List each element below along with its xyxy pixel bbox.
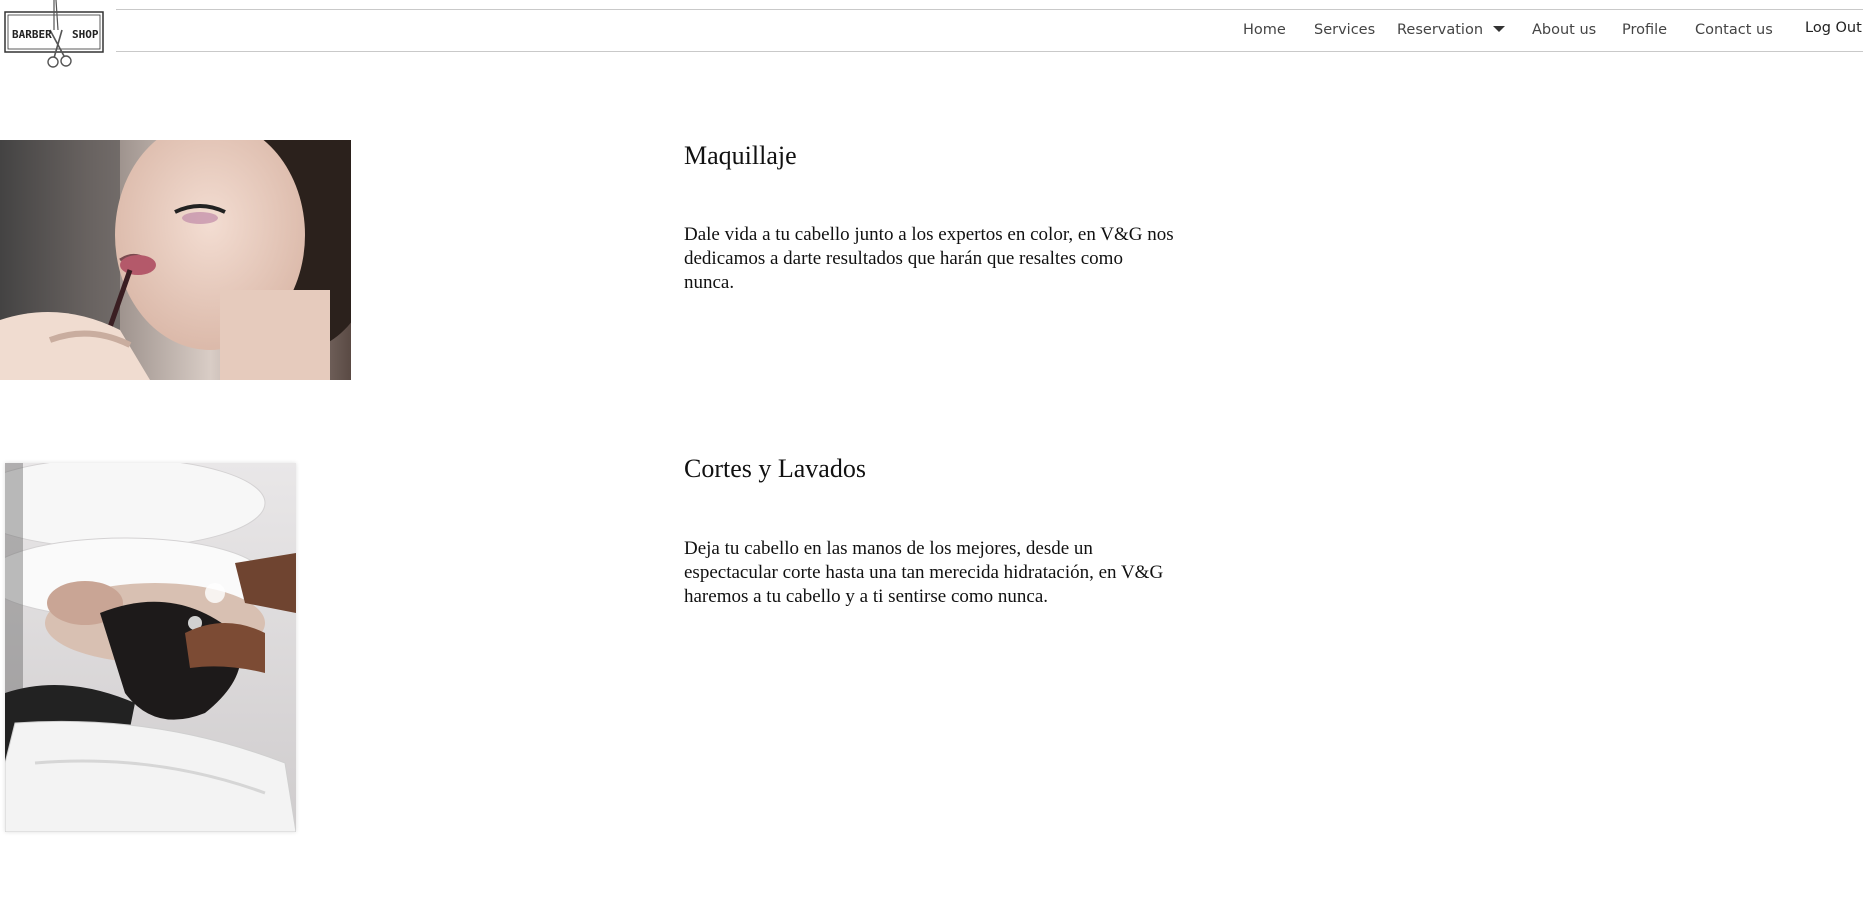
- hair-wash-photo: [5, 463, 296, 832]
- caret-down-icon: [1493, 26, 1506, 32]
- nav-about[interactable]: About us: [1532, 22, 1596, 38]
- nav-contact[interactable]: Contact us: [1695, 22, 1773, 38]
- nav-profile[interactable]: Profile: [1622, 22, 1667, 38]
- nav-home[interactable]: Home: [1243, 22, 1286, 38]
- service-title-haircut: Cortes y Lavados: [684, 454, 866, 483]
- nav-reservation-label: Reservation: [1397, 22, 1484, 38]
- makeup-photo: [0, 140, 351, 380]
- service-description-makeup: Dale vida a tu cabello junto a los exper…: [684, 224, 1174, 293]
- service-description-haircut: Deja tu cabello en las manos de los mejo…: [684, 538, 1164, 607]
- main-navbar: Home Services Reservation About us Profi…: [0, 10, 1863, 51]
- service-title-makeup: Maquillaje: [684, 141, 797, 170]
- nav-services[interactable]: Services: [1314, 22, 1375, 38]
- logout-button[interactable]: Log Out: [1805, 20, 1862, 36]
- nav-bottom-border: [116, 51, 1863, 52]
- nav-reservation-dropdown[interactable]: Reservation: [1397, 22, 1506, 38]
